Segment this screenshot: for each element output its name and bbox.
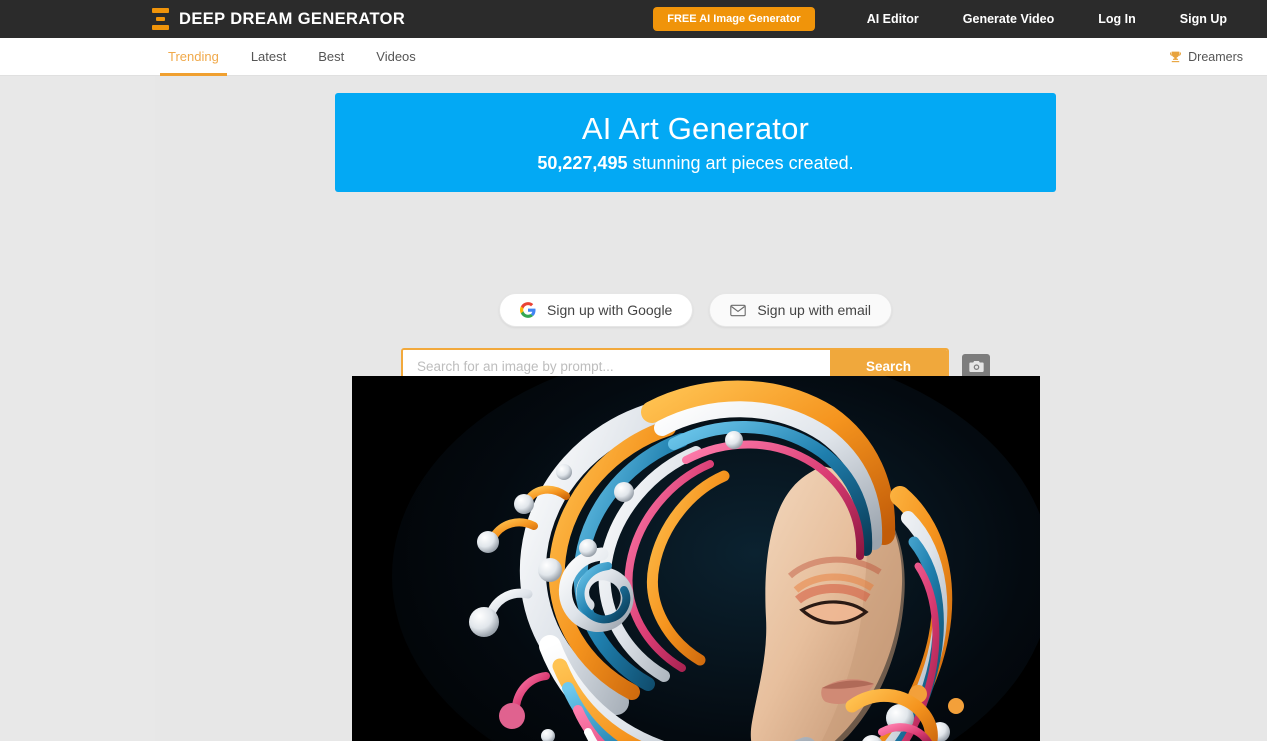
sign-up-with-google-button[interactable]: Sign up with Google xyxy=(499,293,694,327)
secondary-nav-bar: Trending Latest Best Videos Dreamers xyxy=(0,38,1267,76)
nav-link-sign-up[interactable]: Sign Up xyxy=(1158,12,1249,26)
primary-nav: FREE AI Image Generator AI Editor Genera… xyxy=(653,7,1267,31)
sign-up-with-email-button[interactable]: Sign up with email xyxy=(709,293,892,327)
brand-logo[interactable]: DEEP DREAM GENERATOR xyxy=(152,8,405,30)
nav-link-generate-video[interactable]: Generate Video xyxy=(941,12,1076,26)
hourglass-logo-icon xyxy=(152,8,169,30)
nav-link-ai-editor[interactable]: AI Editor xyxy=(845,12,941,26)
page-title: AI Art Generator xyxy=(581,111,810,146)
tab-latest[interactable]: Latest xyxy=(235,38,302,75)
envelope-icon xyxy=(730,304,747,316)
hero-subtitle: 50,227,495 stunning art pieces created. xyxy=(537,153,853,174)
google-button-label: Sign up with Google xyxy=(547,302,673,318)
hero-banner: AI Art Generator 50,227,495 stunning art… xyxy=(335,93,1056,192)
tab-videos[interactable]: Videos xyxy=(360,38,432,75)
artwork-image xyxy=(352,376,1040,741)
tab-trending[interactable]: Trending xyxy=(152,38,235,76)
tab-best[interactable]: Best xyxy=(302,38,360,75)
google-g-icon xyxy=(520,302,536,318)
art-pieces-count: 50,227,495 xyxy=(537,153,628,173)
trophy-icon xyxy=(1170,51,1182,63)
camera-icon xyxy=(968,360,984,372)
brand-name: DEEP DREAM GENERATOR xyxy=(179,9,406,28)
email-button-label: Sign up with email xyxy=(757,302,871,318)
featured-artwork[interactable] xyxy=(352,376,1040,741)
nav-link-log-in[interactable]: Log In xyxy=(1076,12,1158,26)
free-ai-image-generator-button[interactable]: FREE AI Image Generator xyxy=(653,7,815,31)
content-tabs: Trending Latest Best Videos xyxy=(152,38,432,76)
image-search-button[interactable] xyxy=(962,353,990,379)
dreamers-label: Dreamers xyxy=(1188,49,1243,64)
hero-subtitle-rest: stunning art pieces created. xyxy=(627,153,854,173)
content-container: AI Art Generator 50,227,495 stunning art… xyxy=(155,76,1267,741)
signup-button-row: Sign up with Google Sign up with email xyxy=(335,293,1056,327)
page-body: AI Art Generator 50,227,495 stunning art… xyxy=(0,76,1267,741)
top-header: DEEP DREAM GENERATOR FREE AI Image Gener… xyxy=(0,0,1267,38)
dreamers-link[interactable]: Dreamers xyxy=(1169,38,1267,75)
